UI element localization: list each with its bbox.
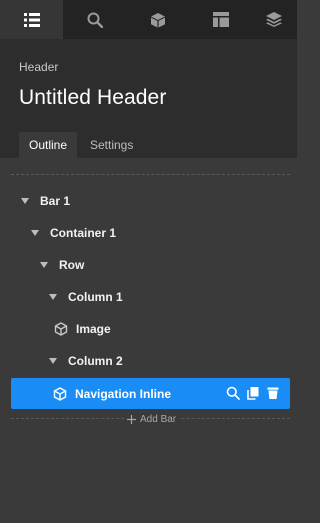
caret-down-icon[interactable] <box>49 294 57 300</box>
divider <box>11 174 290 175</box>
caret-down-icon[interactable] <box>40 262 48 268</box>
page-title: Untitled Header <box>19 86 167 109</box>
tab-elements[interactable] <box>126 0 189 39</box>
tree-item-label: Column 2 <box>68 354 123 368</box>
tree-item-label: Row <box>59 258 85 272</box>
tree-item-navigation-inline[interactable]: Navigation Inline <box>11 378 290 409</box>
top-toolbar <box>0 0 297 39</box>
tab-layers[interactable] <box>252 0 297 39</box>
tree-item-label: Container 1 <box>50 226 117 240</box>
element-icon <box>54 322 68 336</box>
breadcrumb: Header <box>19 60 59 74</box>
element-icon <box>53 386 67 401</box>
layers-icon <box>266 12 282 27</box>
tree-item-bar-1[interactable]: Bar 1 <box>21 189 70 213</box>
tab-outline-tree[interactable] <box>0 0 63 39</box>
caret-down-icon[interactable] <box>49 358 57 364</box>
tab-layouts[interactable] <box>189 0 252 39</box>
search-icon <box>87 12 103 28</box>
inspect-icon[interactable] <box>226 386 240 400</box>
tree-item-image[interactable]: Image <box>54 317 111 341</box>
list-icon <box>23 12 40 27</box>
cube-icon <box>150 12 166 28</box>
tab-outline[interactable]: Outline <box>19 132 78 158</box>
panel-header: Header Untitled Header Outline Settings <box>0 39 297 158</box>
tab-settings[interactable]: Settings <box>80 132 143 158</box>
tree-item-label: Column 1 <box>68 290 123 304</box>
caret-down-icon[interactable] <box>21 198 29 204</box>
add-bar-label: Add Bar <box>140 414 177 425</box>
tree-item-label: Bar 1 <box>40 194 71 208</box>
item-actions <box>226 386 280 400</box>
tab-search[interactable] <box>63 0 126 39</box>
caret-down-icon[interactable] <box>31 230 39 236</box>
tree-item-column-2[interactable]: Column 2 <box>49 349 123 373</box>
duplicate-icon[interactable] <box>246 386 260 400</box>
tree-item-column-1[interactable]: Column 1 <box>49 285 123 309</box>
layout-icon <box>212 12 229 27</box>
tree-item-label: Image <box>76 322 111 336</box>
add-bar-button[interactable]: Add Bar <box>124 413 180 426</box>
tree-item-container-1[interactable]: Container 1 <box>31 221 116 245</box>
tree-item-row[interactable]: Row <box>40 253 84 277</box>
tree-item-label: Navigation Inline <box>75 386 172 401</box>
plus-icon <box>127 415 136 424</box>
delete-icon[interactable] <box>266 386 280 400</box>
